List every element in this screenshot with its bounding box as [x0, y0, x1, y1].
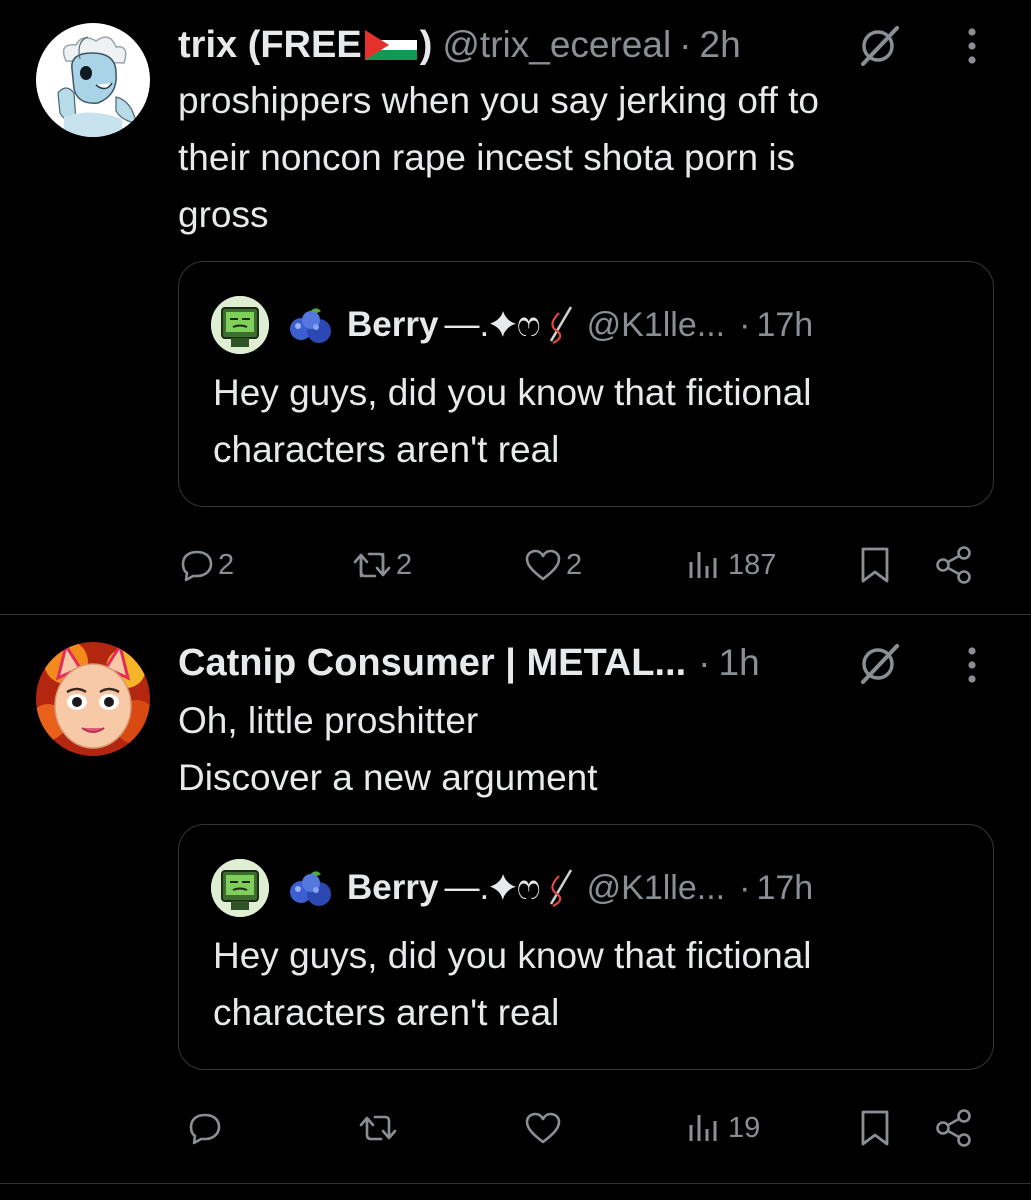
reply-icon [189, 1113, 221, 1145]
author-name[interactable]: trix (FREE) [178, 24, 432, 67]
tweet-text-line: Oh, little proshitter [178, 700, 479, 741]
separator-dot: · [739, 868, 751, 907]
repost-button[interactable] [358, 1103, 402, 1153]
quote-author-name[interactable]: Berry [347, 868, 438, 908]
separator-dot: · [739, 305, 751, 344]
quote-text: Hey guys, did you know that fictional ch… [213, 364, 973, 478]
needle-icon [549, 869, 572, 907]
author-name[interactable]: Catnip Consumer | METAL... [178, 642, 686, 685]
quote-name-decoration: —.✦ෆ [444, 868, 541, 907]
quote-author-handle[interactable]: @K1lle... [587, 869, 725, 908]
tweet-text-line: Discover a new argument [178, 757, 598, 798]
timestamp[interactable]: 1h [719, 642, 760, 684]
views-count: 19 [728, 1111, 761, 1144]
quote-header: Berry —.✦ෆ @K1lle... · 17h [285, 298, 813, 352]
blueberry-icon [290, 871, 331, 906]
like-button[interactable]: 2 [524, 540, 582, 590]
quote-text-line: characters aren't real [213, 992, 560, 1033]
quote-text: Hey guys, did you know that fictional ch… [213, 927, 973, 1041]
timestamp[interactable]: 2h [700, 24, 741, 66]
bookmark-icon [861, 547, 889, 583]
more-icon[interactable] [964, 643, 980, 687]
tweet-text-line: their noncon rape incest shota porn is [178, 137, 796, 178]
like-count: 2 [566, 548, 583, 581]
repost-button[interactable]: 2 [352, 540, 412, 590]
views-count: 187 [728, 548, 777, 581]
views-icon [689, 552, 717, 578]
needle-icon [549, 306, 572, 344]
quote-header: Berry —.✦ෆ @K1lle... · 17h [285, 861, 813, 915]
reply-button[interactable]: 2 [180, 540, 234, 590]
quote-text-line: Hey guys, did you know that fictional [213, 935, 812, 976]
quoted-tweet[interactable]: Berry —.✦ෆ @K1lle... · 17h Hey guys, did… [178, 824, 994, 1070]
tweet-text: Oh, little proshitter Discover a new arg… [178, 692, 978, 806]
tweet[interactable]: Catnip Consumer | METAL... · 1h Oh, litt… [0, 615, 1031, 1183]
tweet-header: Catnip Consumer | METAL... · 1h [178, 633, 911, 693]
avatar[interactable] [36, 642, 150, 756]
bookmark-icon [861, 1110, 889, 1146]
share-icon [936, 546, 971, 584]
reply-icon [181, 550, 213, 582]
quote-avatar[interactable] [211, 296, 269, 354]
author-name-text[interactable]: trix (FREE [178, 24, 362, 66]
quote-name-decoration: —.✦ෆ [444, 305, 541, 344]
separator-dot: · [698, 642, 711, 683]
share-button[interactable] [934, 1103, 974, 1153]
tweet-text: proshippers when you say jerking off to … [178, 72, 978, 243]
bookmark-button[interactable] [858, 540, 892, 590]
grok-icon[interactable] [857, 642, 901, 686]
quote-timestamp[interactable]: 17h [756, 306, 813, 345]
tweet[interactable]: trix (FREE) @trix_ecereal · 2h proshippe… [0, 0, 1031, 614]
tweet-text-line: proshippers when you say jerking off to [178, 80, 820, 121]
palestine-flag-icon [364, 29, 417, 60]
avatar[interactable] [36, 23, 150, 137]
heart-icon [525, 1112, 561, 1144]
quote-author-handle[interactable]: @K1lle... [587, 306, 725, 345]
separator-dot: · [679, 24, 692, 65]
bookmark-button[interactable] [858, 1103, 892, 1153]
blueberry-icon [290, 308, 331, 343]
heart-icon [525, 549, 561, 581]
views-button[interactable]: 19 [686, 1103, 760, 1153]
like-button[interactable] [524, 1103, 566, 1153]
repost-count: 2 [396, 548, 413, 581]
reply-count: 2 [218, 548, 235, 581]
timeline: trix (FREE) @trix_ecereal · 2h proshippe… [0, 0, 1031, 1200]
grok-icon[interactable] [857, 24, 901, 68]
quote-text-line: Hey guys, did you know that fictional [213, 372, 812, 413]
views-icon [689, 1115, 717, 1141]
quote-avatar[interactable] [211, 859, 269, 917]
share-button[interactable] [934, 540, 974, 590]
quote-text-line: characters aren't real [213, 429, 560, 470]
divider [0, 1183, 1031, 1184]
quote-timestamp[interactable]: 17h [756, 869, 813, 908]
author-handle[interactable]: @trix_ecereal [442, 24, 671, 66]
repost-icon [359, 1115, 397, 1141]
share-icon [936, 1109, 971, 1147]
reply-button[interactable] [188, 1103, 226, 1153]
views-button[interactable]: 187 [686, 540, 776, 590]
action-bar: 2 2 2 187 [0, 540, 1031, 590]
quoted-tweet[interactable]: Berry —.✦ෆ @K1lle... · 17h Hey guys, did… [178, 261, 994, 507]
repost-icon [353, 552, 391, 578]
author-name-suffix[interactable]: ) [420, 24, 433, 66]
tweet-text-line: gross [178, 194, 269, 235]
more-icon[interactable] [964, 24, 980, 68]
action-bar: 19 [0, 1103, 1031, 1153]
tweet-header: trix (FREE) @trix_ecereal · 2h [178, 15, 911, 75]
quote-author-name[interactable]: Berry [347, 305, 438, 345]
